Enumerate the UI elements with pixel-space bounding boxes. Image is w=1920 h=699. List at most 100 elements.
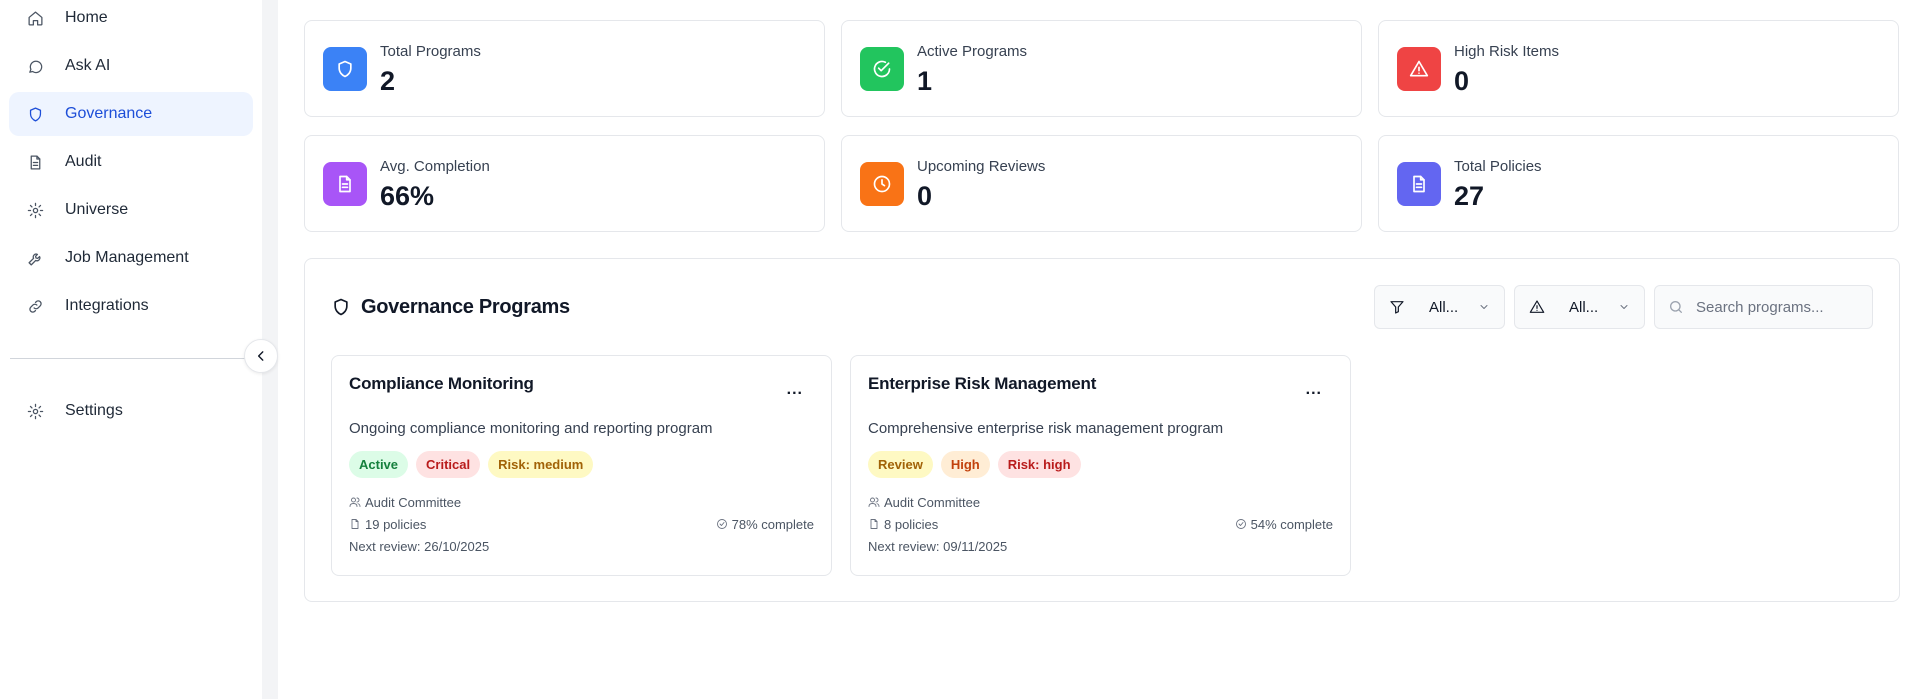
sidebar-item-integrations[interactable]: Integrations bbox=[9, 284, 253, 328]
sidebar-item-governance[interactable]: Governance bbox=[9, 92, 253, 136]
stat-label: Total Programs bbox=[380, 42, 481, 60]
link-icon bbox=[26, 297, 44, 315]
panel-title-text: Governance Programs bbox=[361, 295, 570, 318]
more-options-button[interactable]: ... bbox=[1306, 381, 1322, 399]
document-icon bbox=[1397, 161, 1441, 206]
shield-icon bbox=[323, 46, 367, 91]
risk-badge: Risk: medium bbox=[488, 451, 594, 478]
document-icon bbox=[351, 519, 359, 529]
search-icon bbox=[1670, 301, 1682, 313]
stat-card-active-programs: Active Programs 1 bbox=[841, 20, 1362, 117]
users-icon bbox=[868, 497, 880, 507]
check-circle-icon bbox=[716, 519, 727, 529]
program-policies: 8 policies bbox=[884, 516, 939, 532]
sidebar-item-label: Governance bbox=[65, 105, 153, 122]
program-card[interactable]: Compliance Monitoring ... Ongoing compli… bbox=[331, 355, 832, 576]
sidebar: Home Ask AI Governance Audit Universe Jo… bbox=[0, 0, 278, 699]
sidebar-item-label: Universe bbox=[65, 201, 129, 218]
document-icon bbox=[26, 153, 44, 171]
sidebar-item-home[interactable]: Home bbox=[9, 0, 253, 40]
document-icon bbox=[323, 161, 367, 206]
chevron-left-icon bbox=[257, 351, 264, 361]
program-card[interactable]: Enterprise Risk Management ... Comprehen… bbox=[850, 355, 1351, 576]
gear-icon bbox=[26, 402, 44, 420]
sidebar-item-label: Job Management bbox=[65, 249, 189, 266]
sidebar-item-label: Home bbox=[65, 9, 108, 26]
wrench-icon bbox=[26, 249, 44, 267]
status-badge: Active bbox=[349, 451, 409, 478]
risk-badge: Risk: high bbox=[997, 451, 1081, 478]
stat-card-high-risk-items: High Risk Items 0 bbox=[1378, 20, 1899, 117]
completion-text: 78% complete bbox=[731, 516, 814, 532]
warning-icon bbox=[1397, 46, 1441, 91]
stat-value: 0 bbox=[1454, 65, 1470, 96]
users-icon bbox=[349, 497, 361, 507]
governance-programs-panel: Governance Programs All... All... Search… bbox=[304, 258, 1900, 602]
panel-tools: All... All... bbox=[1374, 285, 1873, 329]
program-meta: Audit Committee 19 policies 78% complete… bbox=[349, 491, 814, 557]
program-badges: Active Critical Risk: medium bbox=[349, 451, 814, 478]
program-badges: Review High Risk: high bbox=[868, 451, 1333, 478]
stats-grid: Total Programs 2 Active Programs 1 High Ri… bbox=[304, 20, 1900, 232]
next-review: Next review: 09/11/2025 bbox=[868, 538, 1008, 554]
panel-title: Governance Programs bbox=[331, 296, 570, 319]
stat-card-avg-completion: Avg. Completion 66% bbox=[304, 135, 825, 232]
stat-label: Total Policies bbox=[1454, 157, 1542, 175]
status-filter-select[interactable]: All... bbox=[1374, 285, 1505, 329]
chevron-down-icon bbox=[1620, 305, 1628, 309]
sidebar-item-job-management[interactable]: Job Management bbox=[9, 236, 253, 280]
sidebar-item-ask-ai[interactable]: Ask AI bbox=[9, 44, 253, 88]
program-cards: Compliance Monitoring ... Ongoing compli… bbox=[331, 355, 1873, 576]
stat-card-total-programs: Total Programs 2 bbox=[304, 20, 825, 117]
sidebar-item-label: Settings bbox=[65, 402, 123, 419]
check-circle-icon bbox=[860, 46, 904, 91]
stat-card-upcoming-reviews: Upcoming Reviews 0 bbox=[841, 135, 1362, 232]
stat-value: 2 bbox=[380, 65, 396, 96]
program-completion: 54% complete bbox=[1235, 517, 1333, 532]
program-title: Enterprise Risk Management bbox=[868, 374, 1097, 393]
program-description: Ongoing compliance monitoring and report… bbox=[349, 420, 713, 437]
panel-header: Governance Programs All... All... bbox=[331, 259, 1873, 355]
completion-text: 54% complete bbox=[1250, 516, 1333, 532]
sidebar-divider bbox=[10, 358, 252, 359]
sidebar-item-label: Audit bbox=[65, 153, 102, 170]
shield-icon bbox=[334, 298, 348, 316]
status-badge: Review bbox=[868, 451, 933, 478]
collapse-sidebar-button[interactable] bbox=[244, 339, 278, 373]
document-icon bbox=[870, 519, 878, 529]
home-icon bbox=[26, 9, 44, 27]
program-title: Compliance Monitoring bbox=[349, 374, 534, 393]
stat-label: Avg. Completion bbox=[380, 157, 490, 175]
stat-card-total-policies: Total Policies 27 bbox=[1378, 135, 1899, 232]
sidebar-nav: Home Ask AI Governance Audit Universe Jo… bbox=[0, 0, 262, 328]
sidebar-item-audit[interactable]: Audit bbox=[9, 140, 253, 184]
more-options-button[interactable]: ... bbox=[787, 381, 803, 399]
priority-badge: High bbox=[940, 451, 990, 478]
shield-icon bbox=[26, 105, 44, 123]
check-circle-icon bbox=[1235, 519, 1246, 529]
program-description: Comprehensive enterprise risk management… bbox=[868, 420, 1224, 437]
stat-value: 27 bbox=[1454, 180, 1485, 211]
stat-value: 1 bbox=[917, 65, 933, 96]
risk-filter-select[interactable]: All... bbox=[1514, 285, 1645, 329]
main-content: Total Programs 2 Active Programs 1 High Ri… bbox=[278, 0, 1920, 699]
program-policies: 19 policies bbox=[365, 516, 427, 532]
sidebar-item-universe[interactable]: Universe bbox=[9, 188, 253, 232]
search-input[interactable] bbox=[1696, 298, 1866, 316]
program-completion: 78% complete bbox=[716, 517, 814, 532]
sidebar-item-label: Ask AI bbox=[65, 57, 111, 74]
filter-icon bbox=[1390, 301, 1404, 314]
stat-value: 0 bbox=[917, 180, 933, 211]
sidebar-item-settings[interactable]: Settings bbox=[9, 389, 253, 433]
search-box bbox=[1654, 285, 1873, 329]
stat-value: 66% bbox=[380, 180, 435, 211]
status-filter-value: All... bbox=[1429, 298, 1459, 316]
chevron-down-icon bbox=[1480, 305, 1488, 309]
clock-icon bbox=[860, 161, 904, 206]
program-owner: Audit Committee bbox=[884, 494, 981, 510]
sidebar-item-label: Integrations bbox=[65, 297, 149, 314]
gear-icon bbox=[26, 201, 44, 219]
next-review: Next review: 26/10/2025 bbox=[349, 538, 490, 554]
priority-badge: Critical bbox=[416, 451, 481, 478]
stat-label: High Risk Items bbox=[1454, 42, 1560, 60]
